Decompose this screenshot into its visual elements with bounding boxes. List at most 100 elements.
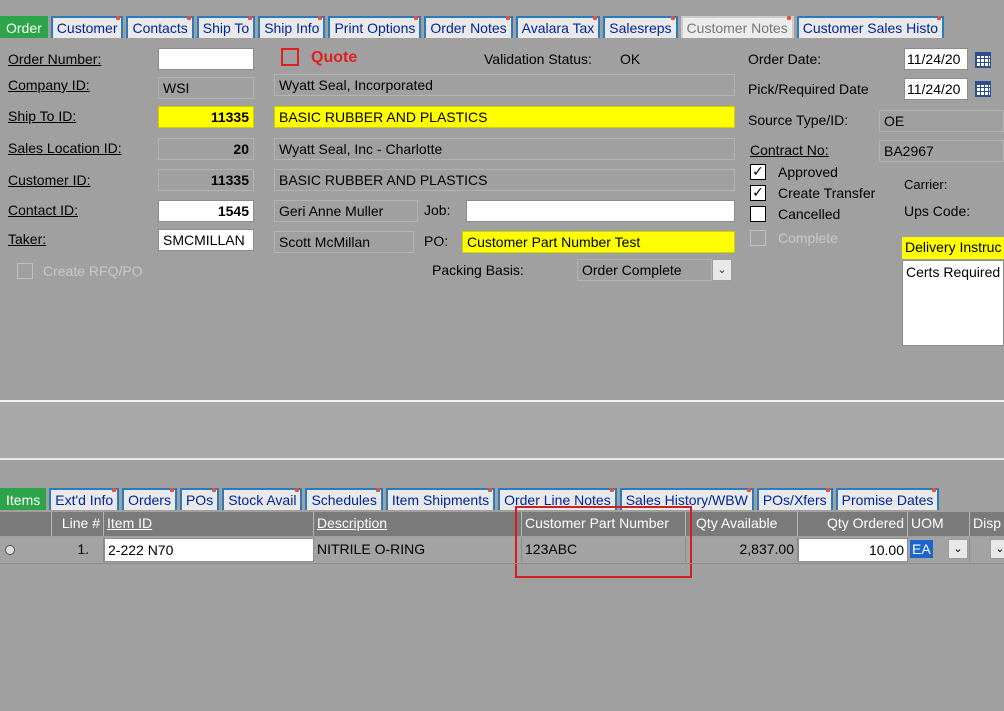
po-field[interactable]: Customer Part Number Test bbox=[462, 231, 735, 253]
create-transfer-checkbox[interactable]: ✓ bbox=[750, 185, 766, 201]
top-tab-print-options[interactable]: Print Options bbox=[328, 16, 422, 38]
bottom-tab-ext-d-info[interactable]: Ext'd Info bbox=[49, 488, 120, 510]
tab-indicator-icon bbox=[593, 16, 598, 20]
contact-name-field: Geri Anne Muller bbox=[274, 200, 418, 222]
cell-item-id[interactable]: 2-222 N70 bbox=[104, 538, 314, 562]
taker-field[interactable]: SMCMILLAN bbox=[158, 229, 254, 251]
tab-label: Ship To bbox=[202, 20, 250, 36]
bottom-tab-orders[interactable]: Orders bbox=[122, 488, 177, 510]
tab-indicator-icon bbox=[169, 488, 174, 492]
bottom-tab-items[interactable]: Items bbox=[0, 488, 47, 510]
top-tab-contacts[interactable]: Contacts bbox=[126, 16, 194, 38]
top-tab-avalara-tax[interactable]: Avalara Tax bbox=[515, 16, 601, 38]
cell-disp[interactable]: ⌄ bbox=[970, 538, 1004, 562]
tab-indicator-icon bbox=[932, 488, 937, 492]
tab-label: Order Notes bbox=[430, 20, 507, 36]
bottom-tab-promise-dates[interactable]: Promise Dates bbox=[835, 488, 940, 510]
taker-label[interactable]: Taker: bbox=[8, 231, 46, 247]
chevron-down-icon[interactable]: ⌄ bbox=[990, 539, 1004, 559]
bottom-tab-strip: Items Ext'd Info Orders POs Stock Avail Sched… bbox=[0, 487, 1004, 511]
ups-code-label: Ups Code: bbox=[904, 203, 971, 219]
table-row[interactable]: 1. 2-222 N70 NITRILE O-RING 123ABC 2,837… bbox=[0, 537, 1004, 563]
top-tab-order[interactable]: Order bbox=[0, 16, 48, 38]
tab-indicator-icon bbox=[116, 16, 121, 20]
column-header-qty-available[interactable]: Qty Available bbox=[686, 512, 798, 536]
splitter-panel bbox=[0, 402, 1004, 458]
column-header-item-id[interactable]: Item ID bbox=[104, 512, 314, 536]
bottom-tab-stock-avail[interactable]: Stock Avail bbox=[222, 488, 303, 510]
delivery-instructions-label: Delivery Instruc bbox=[902, 237, 1004, 259]
top-tab-salesreps[interactable]: Salesreps bbox=[603, 16, 678, 38]
uom-selected-value[interactable]: EA bbox=[910, 540, 933, 558]
row-radio[interactable] bbox=[5, 545, 15, 555]
complete-checkbox[interactable] bbox=[750, 230, 766, 246]
packing-basis-select[interactable]: Order Complete bbox=[577, 259, 712, 281]
bottom-tab-pos-xfers[interactable]: POs/Xfers bbox=[756, 488, 833, 510]
customer-id-field[interactable]: 11335 bbox=[158, 169, 254, 191]
tab-indicator-icon bbox=[746, 488, 751, 492]
contract-no-label[interactable]: Contract No: bbox=[750, 142, 829, 158]
chevron-down-icon[interactable]: ⌄ bbox=[948, 539, 968, 559]
pick-date-label: Pick/Required Date bbox=[748, 81, 869, 97]
packing-basis-label: Packing Basis: bbox=[432, 262, 524, 278]
tab-label: Schedules bbox=[311, 492, 377, 508]
tab-indicator-icon bbox=[825, 488, 830, 492]
bottom-tab-item-shipments[interactable]: Item Shipments bbox=[385, 488, 496, 510]
tab-indicator-icon bbox=[937, 16, 942, 20]
ship-to-id-label[interactable]: Ship To ID: bbox=[8, 108, 76, 124]
job-field[interactable] bbox=[466, 200, 735, 222]
ship-to-name-field: BASIC RUBBER AND PLASTICS bbox=[274, 106, 735, 128]
tab-label: Items bbox=[6, 492, 41, 508]
top-tab-ship-info[interactable]: Ship Info bbox=[258, 16, 326, 38]
order-date-field[interactable]: 11/24/20 bbox=[904, 48, 968, 70]
tab-label: Customer Notes bbox=[686, 20, 788, 36]
customer-id-label[interactable]: Customer ID: bbox=[8, 172, 90, 188]
top-tab-order-notes[interactable]: Order Notes bbox=[424, 16, 513, 38]
cell-qty-ordered[interactable]: 10.00 bbox=[798, 538, 908, 562]
top-tab-ship-to[interactable]: Ship To bbox=[196, 16, 256, 38]
sales-location-id-field[interactable]: 20 bbox=[158, 138, 254, 160]
tab-indicator-icon bbox=[670, 16, 675, 20]
company-id-field[interactable]: WSI bbox=[158, 77, 254, 99]
tab-label: Contacts bbox=[132, 20, 188, 36]
bottom-tab-pos[interactable]: POs bbox=[179, 488, 220, 510]
job-label: Job: bbox=[424, 202, 451, 218]
create-rfq-checkbox[interactable] bbox=[17, 263, 33, 279]
column-header-line[interactable]: Line # bbox=[52, 512, 104, 536]
top-tab-customer[interactable]: Customer bbox=[50, 16, 124, 38]
column-header-disp[interactable]: Disp bbox=[970, 512, 1004, 536]
contact-id-label[interactable]: Contact ID: bbox=[8, 202, 78, 218]
column-header-description[interactable]: Description bbox=[314, 512, 522, 536]
bottom-tab-schedules[interactable]: Schedules bbox=[305, 488, 383, 510]
create-transfer-label: Create Transfer bbox=[778, 185, 876, 201]
tab-label: Stock Avail bbox=[228, 492, 297, 508]
sales-location-id-label[interactable]: Sales Location ID: bbox=[8, 140, 122, 156]
tab-indicator-icon bbox=[375, 488, 380, 492]
column-header-qty-ordered[interactable]: Qty Ordered bbox=[798, 512, 908, 536]
chevron-down-icon[interactable]: ⌄ bbox=[712, 259, 732, 281]
customer-name-field: BASIC RUBBER AND PLASTICS bbox=[274, 169, 735, 191]
cell-description[interactable]: NITRILE O-RING bbox=[314, 538, 522, 562]
cell-line: 1. bbox=[52, 538, 104, 562]
pick-date-field[interactable]: 11/24/20 bbox=[904, 78, 968, 100]
calendar-icon[interactable] bbox=[975, 81, 991, 97]
tab-label: Item Shipments bbox=[391, 492, 490, 508]
ship-to-id-field[interactable]: 11335 bbox=[158, 106, 254, 128]
calendar-icon[interactable] bbox=[975, 52, 991, 68]
approved-checkbox[interactable]: ✓ bbox=[750, 164, 766, 180]
top-tab-strip: Order Customer Contacts Ship To Ship Info Pri… bbox=[0, 15, 1004, 39]
tab-label: Orders bbox=[128, 492, 171, 508]
company-id-label[interactable]: Company ID: bbox=[8, 77, 90, 93]
top-tab-customer-notes[interactable]: Customer Notes bbox=[680, 16, 794, 38]
tab-label: Ext'd Info bbox=[55, 492, 114, 508]
tab-label: Customer bbox=[56, 20, 118, 36]
cancelled-checkbox[interactable] bbox=[750, 206, 766, 222]
delivery-instructions-textarea[interactable]: Certs Required bbox=[902, 260, 1004, 346]
cell-uom[interactable]: EA ⌄ bbox=[908, 538, 970, 562]
order-number-label[interactable]: Order Number: bbox=[8, 51, 101, 67]
top-tab-customer-sales-histo[interactable]: Customer Sales Histo bbox=[796, 16, 945, 38]
contact-id-field[interactable]: 1545 bbox=[158, 200, 254, 222]
order-number-field[interactable] bbox=[158, 48, 254, 70]
quote-checkbox[interactable] bbox=[281, 48, 299, 66]
column-header-uom[interactable]: UOM bbox=[908, 512, 970, 536]
